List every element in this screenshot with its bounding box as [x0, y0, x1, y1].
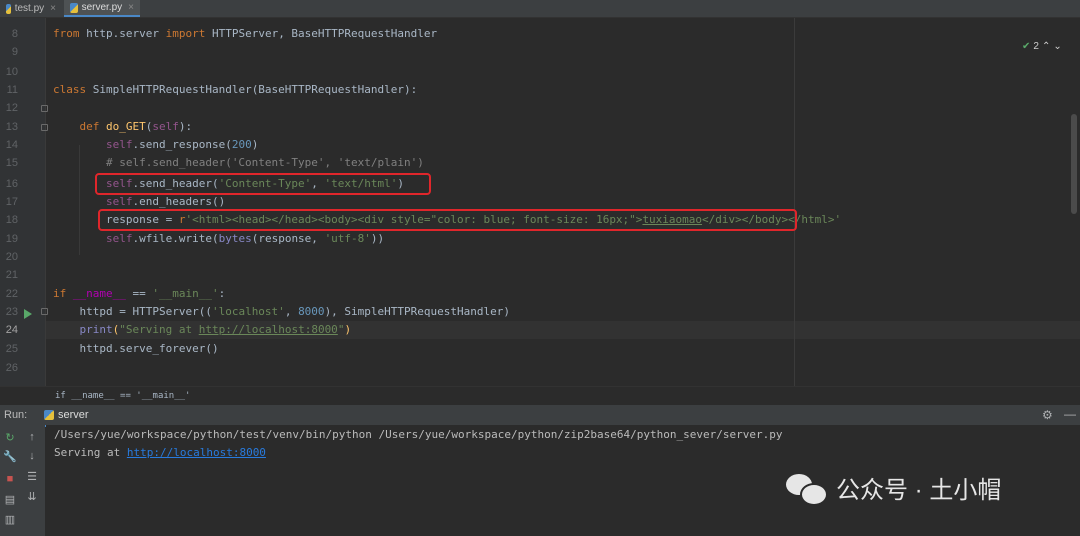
- wechat-logo-icon: [786, 472, 828, 506]
- code-editor[interactable]: 8 9 10 11 12 13 14 15 16 17 18 19 20 21 …: [0, 18, 1080, 386]
- line-number: 19: [5, 233, 18, 245]
- editor-tab-bar: test.py × server.py ×: [0, 0, 1080, 18]
- line-number-current: 24: [5, 324, 18, 336]
- python-run-icon: [44, 410, 54, 420]
- run-tab-label: server: [58, 409, 89, 421]
- code-line-23: httpd = HTTPServer(('localhost', 8000), …: [79, 305, 511, 318]
- minimize-icon[interactable]: —: [1064, 407, 1076, 421]
- tab-server-py[interactable]: server.py ×: [64, 0, 140, 17]
- line-number: 17: [5, 196, 18, 208]
- run-tab-server[interactable]: server: [38, 405, 95, 427]
- fold-icon[interactable]: [41, 105, 48, 112]
- rerun-icon[interactable]: ↻: [3, 431, 17, 444]
- highlight-box-send-header: [95, 173, 431, 195]
- layout-icon[interactable]: ▤: [3, 493, 17, 506]
- console-url-link[interactable]: http://localhost:8000: [127, 446, 266, 459]
- python-file-icon: [70, 2, 78, 13]
- inspection-count: 2: [1033, 41, 1039, 52]
- line-number: 13: [5, 121, 18, 133]
- code-line-24: print("Serving at http://localhost:8000"…: [79, 323, 352, 336]
- line-number: 22: [5, 288, 18, 300]
- line-number: 10: [5, 66, 18, 78]
- close-icon[interactable]: ×: [128, 2, 134, 13]
- code-line-25: httpd.serve_forever(): [79, 342, 219, 355]
- line-number: 14: [5, 139, 18, 151]
- watermark-text: 公众号 · 土小帽: [836, 477, 1002, 504]
- line-number: 21: [5, 269, 18, 281]
- code-line-22: if __name__ == '__main__':: [53, 287, 226, 300]
- line-gutter: 8 9 10 11 12 13 14 15 16 17 18 19 20 21 …: [0, 18, 48, 386]
- scroll-to-end-icon[interactable]: ⇊: [25, 490, 39, 503]
- line-number: 12: [5, 102, 18, 114]
- tab-test-py[interactable]: test.py ×: [0, 0, 62, 17]
- code-line-11: class SimpleHTTPRequestHandler(BaseHTTPR…: [53, 83, 418, 96]
- wrench-icon[interactable]: 🔧: [3, 450, 17, 463]
- line-number: 20: [5, 251, 18, 263]
- line-number: 15: [5, 157, 18, 169]
- arrow-up-icon[interactable]: ↑: [25, 431, 39, 443]
- line-number: 18: [5, 214, 18, 226]
- code-line-19: self.wfile.write(bytes(response, 'utf-8'…: [105, 232, 385, 245]
- check-icon: ✔: [1022, 41, 1031, 52]
- code-line-15: # self.send_header('Content-Type', 'text…: [105, 156, 424, 169]
- wechat-watermark: 公众号 · 土小帽: [786, 470, 1002, 506]
- line-number: 8: [11, 28, 18, 40]
- line-number: 9: [11, 46, 18, 58]
- stop-icon[interactable]: ■: [3, 473, 17, 485]
- pin-icon[interactable]: ▥: [3, 513, 17, 526]
- arrow-down-icon[interactable]: ↓: [25, 450, 39, 462]
- python-file-icon: [6, 3, 11, 14]
- breadcrumb-item[interactable]: if __name__ == '__main__': [55, 387, 190, 405]
- fold-icon[interactable]: [41, 308, 48, 315]
- code-line-13: def do_GET(self):: [79, 120, 193, 133]
- inspection-widget[interactable]: ✔ 2 ⌃ ⌄: [1022, 41, 1062, 52]
- tab-label: test.py: [14, 3, 45, 14]
- line-number: 23: [5, 306, 18, 318]
- line-number: 16: [5, 178, 18, 190]
- line-number: 26: [5, 362, 18, 374]
- code-line-8: from http.server import HTTPServer, Base…: [53, 27, 438, 40]
- run-gutter-icon[interactable]: [24, 309, 32, 319]
- line-number: 25: [5, 343, 18, 355]
- soft-wrap-icon[interactable]: ☰: [25, 470, 39, 483]
- fold-icon[interactable]: [41, 124, 48, 131]
- run-toolbar: ↻ ↑ 🔧 ↓ ■ ☰ ▤ ⇊ ▥: [0, 425, 45, 536]
- breadcrumb[interactable]: if __name__ == '__main__': [0, 386, 1080, 405]
- close-icon[interactable]: ×: [50, 3, 56, 14]
- console-command-line: /Users/yue/workspace/python/test/venv/bi…: [54, 428, 783, 441]
- highlight-box-response: [98, 209, 797, 231]
- right-margin-guide: [794, 18, 795, 386]
- line-number: 11: [6, 84, 18, 96]
- editor-scrollbar[interactable]: [1071, 114, 1077, 214]
- chevron-down-icon[interactable]: ⌄: [1053, 41, 1061, 52]
- code-line-14: self.send_response(200): [105, 138, 259, 151]
- run-label: Run:: [4, 409, 28, 421]
- gear-icon[interactable]: ⚙: [1042, 408, 1053, 422]
- console-output-line: Serving at http://localhost:8000: [54, 446, 266, 459]
- chevron-up-icon[interactable]: ⌃: [1042, 41, 1050, 52]
- run-panel-header: Run: server ⚙ —: [0, 404, 1080, 427]
- tab-label: server.py: [81, 2, 123, 13]
